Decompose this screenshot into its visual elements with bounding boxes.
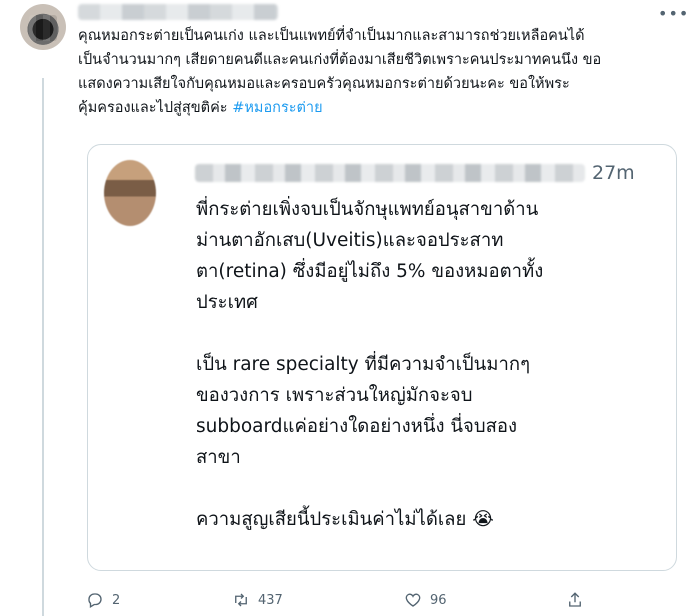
quote-line: ตา(retina) ซึ่งมีอยู่ไม่ถึง 5% ของหมอตาท…: [196, 261, 544, 282]
share-icon: [569, 592, 581, 607]
quote-line: พี่กระต่ายเพิ่งจบเป็นจักษุแพทย์อนุสาขาด้…: [196, 199, 539, 220]
quote-line: ประเทศ: [196, 292, 258, 313]
author-name-blurred[interactable]: [78, 4, 278, 20]
tweet-line: แสดงความเสียใจกับคุณหมอและครอบครัวคุณหมอ…: [78, 76, 570, 92]
like-icon: [405, 593, 421, 607]
share-button[interactable]: [566, 588, 584, 612]
like-count: 96: [430, 592, 447, 608]
quote-line: ความสูญเสียนี้ประเมินค่าไม่ได้เลย 😭: [196, 509, 494, 530]
tweet-line: คุณหมอกระต่ายเป็นคนเก่ง และเป็นแพทย์ที่จ…: [78, 28, 585, 44]
retweet-count: 437: [258, 592, 283, 608]
reply-count: 2: [112, 592, 121, 608]
quoted-author-name-blurred[interactable]: [195, 164, 585, 182]
retweet-icon: [235, 593, 247, 607]
tweet-line-text: คุ้มครองและไปสู่สุขติค่ะ: [78, 100, 228, 116]
avatar[interactable]: [20, 4, 66, 50]
quoted-avatar[interactable]: [104, 160, 156, 226]
more-icon[interactable]: •••: [658, 6, 688, 22]
quote-line: ม่านตาอักเสบ(Uveitis)และจอประสาท: [196, 230, 504, 251]
quote-line: สาขา: [196, 447, 241, 468]
tweet-line: เป็นจำนวนมากๆ เสียดายคนดีและคนเก่งที่ต้อ…: [78, 52, 602, 68]
retweet-button[interactable]: 437: [232, 588, 283, 612]
action-bar: 2 437 96: [86, 588, 586, 612]
like-button[interactable]: 96: [404, 588, 447, 612]
tweet-line-last: คุ้มครองและไปสู่สุขติค่ะ #หมอกระต่าย: [78, 96, 678, 120]
reply-button[interactable]: 2: [86, 588, 120, 612]
tweet-text: คุณหมอกระต่ายเป็นคนเก่ง และเป็นแพทย์ที่จ…: [78, 24, 678, 120]
quote-line: ของวงการ เพราะส่วนใหญ่มักจะจบ: [196, 385, 473, 406]
quote-line: subboardแค่อย่างใดอย่างหนึ่ง นี่จบสอง: [196, 416, 518, 437]
hashtag-link[interactable]: #หมอกระต่าย: [232, 100, 322, 116]
quoted-timestamp[interactable]: 27m: [592, 160, 635, 186]
reply-icon: [88, 593, 102, 608]
quote-line: เป็น rare specialty ที่มีความจำเป็นมากๆ: [196, 354, 531, 375]
quoted-tweet-text: พี่กระต่ายเพิ่งจบเป็นจักษุแพทย์อนุสาขาด้…: [196, 194, 666, 535]
thread-line: [42, 78, 44, 616]
